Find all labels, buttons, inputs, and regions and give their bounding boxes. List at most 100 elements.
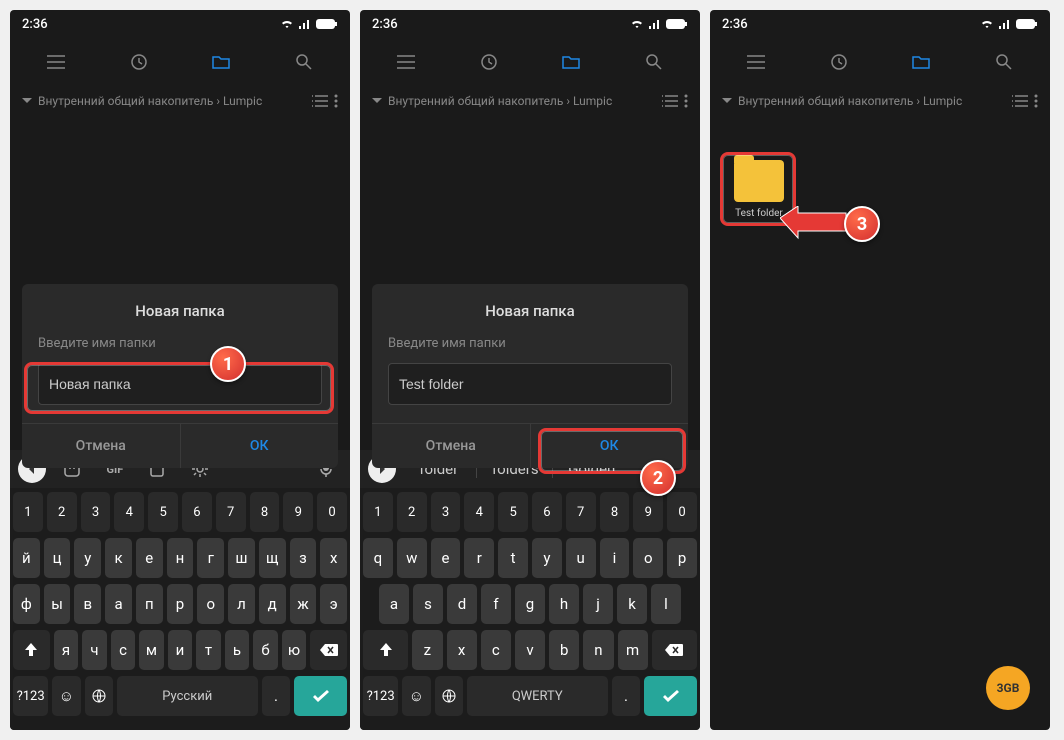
shift-key[interactable] [363,630,408,670]
key-4[interactable]: 4 [114,492,144,532]
key-n[interactable]: n [583,630,613,670]
language-key[interactable] [85,676,113,716]
key-щ[interactable]: щ [259,538,286,578]
more-icon[interactable] [1034,94,1038,108]
key-к[interactable]: к [105,538,132,578]
key-8[interactable]: 8 [600,492,630,532]
folder-tab-active[interactable] [191,54,251,70]
shift-key[interactable] [13,630,50,670]
key-6[interactable]: 6 [182,492,212,532]
key-1[interactable]: 1 [363,492,393,532]
period-key[interactable]: . [612,676,640,716]
key-f[interactable]: f [481,584,511,624]
key-е[interactable]: е [136,538,163,578]
key-р[interactable]: р [167,584,194,624]
key-и[interactable]: и [168,630,193,670]
key-4[interactable]: 4 [464,492,494,532]
menu-button[interactable] [376,55,436,69]
key-b[interactable]: b [549,630,579,670]
symbols-key[interactable]: ?123 [363,676,398,716]
key-u[interactable]: u [566,538,596,578]
key-w[interactable]: w [397,538,427,578]
key-g[interactable]: g [515,584,545,624]
key-d[interactable]: d [447,584,477,624]
key-ь[interactable]: ь [225,630,250,670]
backspace-key[interactable] [652,630,697,670]
key-а[interactable]: а [105,584,132,624]
key-7[interactable]: 7 [566,492,596,532]
enter-key[interactable] [644,676,697,716]
key-5[interactable]: 5 [498,492,528,532]
key-7[interactable]: 7 [216,492,246,532]
more-icon[interactable] [684,94,688,108]
key-r[interactable]: r [464,538,494,578]
key-л[interactable]: л [228,584,255,624]
key-6[interactable]: 6 [532,492,562,532]
more-icon[interactable] [334,94,338,108]
language-key[interactable] [435,676,463,716]
key-y[interactable]: y [532,538,562,578]
menu-button[interactable] [26,55,86,69]
key-й[interactable]: й [13,538,40,578]
key-т[interactable]: т [196,630,221,670]
list-view-icon[interactable] [1012,94,1028,108]
key-9[interactable]: 9 [633,492,663,532]
symbols-key[interactable]: ?123 [13,676,48,716]
key-m[interactable]: m [618,630,648,670]
recent-tab[interactable] [109,53,169,71]
key-x[interactable]: x [447,630,477,670]
key-ц[interactable]: ц [44,538,71,578]
key-o[interactable]: o [633,538,663,578]
key-н[interactable]: н [167,538,194,578]
key-t[interactable]: t [498,538,528,578]
key-б[interactable]: б [253,630,278,670]
backspace-key[interactable] [310,630,347,670]
key-ю[interactable]: ю [282,630,307,670]
key-q[interactable]: q [363,538,393,578]
recent-tab[interactable] [459,53,519,71]
key-i[interactable]: i [600,538,630,578]
enter-key[interactable] [294,676,347,716]
recent-tab[interactable] [809,53,869,71]
folder-name-input[interactable] [38,363,322,405]
key-0[interactable]: 0 [317,492,347,532]
folder-name-input[interactable] [388,363,672,405]
key-ф[interactable]: ф [13,584,40,624]
key-l[interactable]: l [651,584,681,624]
key-8[interactable]: 8 [250,492,280,532]
ok-button[interactable]: ОК [181,424,339,468]
folder-tab-active[interactable] [541,54,601,70]
key-h[interactable]: h [549,584,579,624]
list-view-icon[interactable] [312,94,328,108]
search-button[interactable] [624,53,684,71]
key-3[interactable]: 3 [431,492,461,532]
search-button[interactable] [974,53,1034,71]
key-v[interactable]: v [515,630,545,670]
key-s[interactable]: s [413,584,443,624]
key-д[interactable]: д [259,584,286,624]
key-e[interactable]: e [431,538,461,578]
key-о[interactable]: о [197,584,224,624]
key-г[interactable]: г [197,538,224,578]
key-5[interactable]: 5 [148,492,178,532]
key-a[interactable]: a [379,584,409,624]
period-key[interactable]: . [262,676,290,716]
key-ж[interactable]: ж [290,584,317,624]
key-k[interactable]: k [617,584,647,624]
emoji-key[interactable]: ☺ [52,676,80,716]
key-1[interactable]: 1 [13,492,43,532]
key-0[interactable]: 0 [667,492,697,532]
key-с[interactable]: с [111,630,136,670]
key-в[interactable]: в [74,584,101,624]
folder-tab-active[interactable] [891,54,951,70]
cancel-button[interactable]: Отмена [372,424,531,468]
key-з[interactable]: з [290,538,317,578]
key-z[interactable]: z [412,630,442,670]
key-я[interactable]: я [54,630,79,670]
space-key[interactable]: Русский [117,676,258,716]
space-key[interactable]: QWERTY [467,676,608,716]
key-у[interactable]: у [74,538,101,578]
key-3[interactable]: 3 [81,492,111,532]
storage-fab[interactable]: 3GB [986,666,1030,710]
key-2[interactable]: 2 [397,492,427,532]
